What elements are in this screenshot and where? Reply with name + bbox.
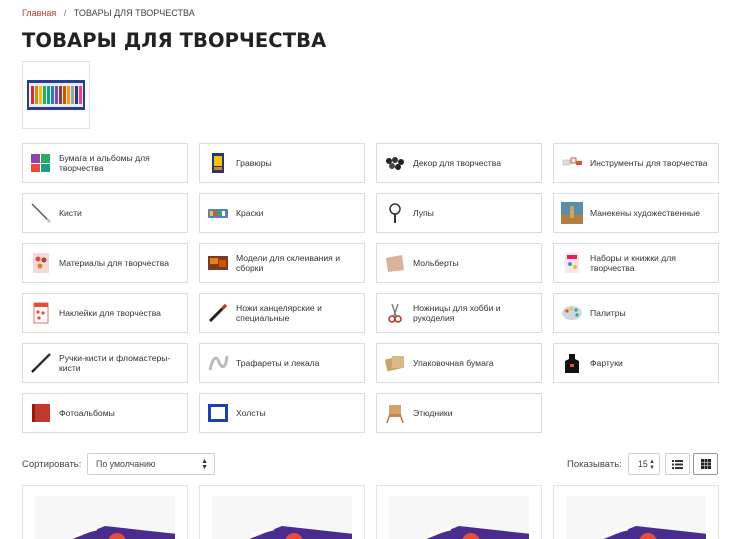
- category-card-brushes[interactable]: Кисти: [22, 193, 188, 233]
- mannequin-icon: [561, 202, 583, 224]
- category-card-engravings[interactable]: Гравюры: [199, 143, 365, 183]
- category-card-photo-albums[interactable]: Фотоальбомы: [22, 393, 188, 433]
- breadcrumb: Главная / ТОВАРЫ ДЛЯ ТВОРЧЕСТВА: [22, 8, 195, 18]
- category-label: Краски: [236, 208, 264, 218]
- category-label: Кисти: [59, 208, 82, 218]
- page-title: ТОВАРЫ ДЛЯ ТВОРЧЕСТВА: [22, 29, 327, 52]
- sketchbox-icon: [384, 402, 406, 424]
- kits-books-icon: [561, 252, 583, 274]
- category-card-mannequins[interactable]: Манекены художественные: [553, 193, 719, 233]
- canvas-icon: [207, 402, 229, 424]
- category-card-easels[interactable]: Мольберты: [376, 243, 542, 283]
- scissors-icon: [384, 302, 406, 324]
- category-label: Наклейки для творчества: [59, 308, 161, 318]
- category-card-brush-pens[interactable]: Ручки-кисти и фломастеры-кисти: [22, 343, 188, 383]
- product-card[interactable]: [553, 485, 719, 539]
- select-arrows-icon: ▲ ▼: [201, 458, 208, 471]
- category-card-models[interactable]: Модели для склеивания и сборки: [199, 243, 365, 283]
- category-card-stickers[interactable]: Наклейки для творчества: [22, 293, 188, 333]
- materials-icon: [30, 252, 52, 274]
- category-card-aprons[interactable]: Фартуки: [553, 343, 719, 383]
- category-label: Холсты: [236, 408, 266, 418]
- grid-view-icon: [700, 459, 711, 469]
- category-label: Ручки-кисти и фломастеры-кисти: [59, 353, 171, 373]
- category-card-knives[interactable]: Ножи канцелярские и специальные: [199, 293, 365, 333]
- category-label: Инструменты для творчества: [590, 158, 708, 168]
- engraving-icon: [207, 152, 229, 174]
- apron-icon: [561, 352, 583, 374]
- list-view-icon: [672, 459, 683, 469]
- category-card-scissors[interactable]: Ножницы для хобби и рукоделия: [376, 293, 542, 333]
- product-image: [566, 496, 706, 539]
- grid-view-button[interactable]: [693, 453, 718, 475]
- breadcrumb-current: ТОВАРЫ ДЛЯ ТВОРЧЕСТВА: [73, 8, 195, 18]
- list-view-button[interactable]: [665, 453, 690, 475]
- product-grid: [22, 485, 719, 539]
- photo-album-icon: [30, 402, 52, 424]
- breadcrumb-home-link[interactable]: Главная: [22, 8, 56, 18]
- category-label: Трафареты и лекала: [236, 358, 320, 368]
- select-arrows-icon: ▲ ▼: [649, 459, 655, 471]
- category-card-canvases[interactable]: Холсты: [199, 393, 365, 433]
- category-label: Манекены художественные: [590, 208, 700, 218]
- decor-icon: [384, 152, 406, 174]
- category-label: Гравюры: [236, 158, 272, 168]
- knife-icon: [207, 302, 229, 324]
- category-card-tools[interactable]: Инструменты для творчества: [553, 143, 719, 183]
- magnifier-icon: [384, 202, 406, 224]
- paper-albums-icon: [30, 152, 52, 174]
- category-label: Наборы и книжки для творчества: [590, 253, 676, 273]
- category-label: Бумага и альбомы для творчества: [59, 153, 150, 173]
- category-label: Мольберты: [413, 258, 459, 268]
- category-card-palettes[interactable]: Палитры: [553, 293, 719, 333]
- category-card-decor[interactable]: Декор для творчества: [376, 143, 542, 183]
- stickers-icon: [30, 302, 52, 324]
- brush-icon: [30, 202, 52, 224]
- product-image: [389, 496, 529, 539]
- category-grid: Бумага и альбомы для творчества Гравюры …: [22, 143, 719, 433]
- category-label: Лупы: [413, 208, 434, 218]
- paint-set-image: [27, 80, 85, 110]
- breadcrumb-separator: /: [63, 8, 67, 18]
- brush-pen-icon: [30, 352, 52, 374]
- sort-select-value: По умолчанию: [96, 459, 156, 469]
- easel-icon: [384, 252, 406, 274]
- wrapping-paper-icon: [384, 352, 406, 374]
- product-card[interactable]: [199, 485, 365, 539]
- category-card-sketchboxes[interactable]: Этюдники: [376, 393, 542, 433]
- palette-icon: [561, 302, 583, 324]
- stencil-icon: [207, 352, 229, 374]
- category-card-materials[interactable]: Материалы для творчества: [22, 243, 188, 283]
- product-card[interactable]: [376, 485, 542, 539]
- models-icon: [207, 252, 229, 274]
- category-label: Ножницы для хобби и рукоделия: [413, 303, 501, 323]
- category-thumbnail: [22, 61, 90, 129]
- category-card-kits-books[interactable]: Наборы и книжки для творчества: [553, 243, 719, 283]
- sort-select[interactable]: По умолчанию ▲ ▼: [87, 453, 215, 475]
- category-label: Декор для творчества: [413, 158, 501, 168]
- category-card-paper-albums[interactable]: Бумага и альбомы для творчества: [22, 143, 188, 183]
- per-page-value: 15: [638, 459, 648, 469]
- category-label: Фотоальбомы: [59, 408, 115, 418]
- tools-icon: [561, 152, 583, 174]
- category-label: Упаковочная бумага: [413, 358, 494, 368]
- paints-icon: [207, 202, 229, 224]
- show-label: Показывать:: [567, 459, 622, 470]
- category-label: Ножи канцелярские и специальные: [236, 303, 322, 323]
- category-label: Материалы для творчества: [59, 258, 169, 268]
- product-image: [35, 496, 175, 539]
- category-card-magnifiers[interactable]: Лупы: [376, 193, 542, 233]
- category-label: Этюдники: [413, 408, 453, 418]
- category-label: Модели для склеивания и сборки: [236, 253, 341, 273]
- product-image: [212, 496, 352, 539]
- sort-label: Сортировать:: [22, 459, 82, 470]
- per-page-select[interactable]: 15 ▲ ▼: [628, 453, 660, 475]
- product-toolbar: Сортировать: По умолчанию ▲ ▼ Показывать:…: [22, 453, 719, 475]
- category-card-stencils[interactable]: Трафареты и лекала: [199, 343, 365, 383]
- category-label: Палитры: [590, 308, 626, 318]
- category-card-paints[interactable]: Краски: [199, 193, 365, 233]
- category-label: Фартуки: [590, 358, 623, 368]
- category-card-wrapping-paper[interactable]: Упаковочная бумага: [376, 343, 542, 383]
- product-card[interactable]: [22, 485, 188, 539]
